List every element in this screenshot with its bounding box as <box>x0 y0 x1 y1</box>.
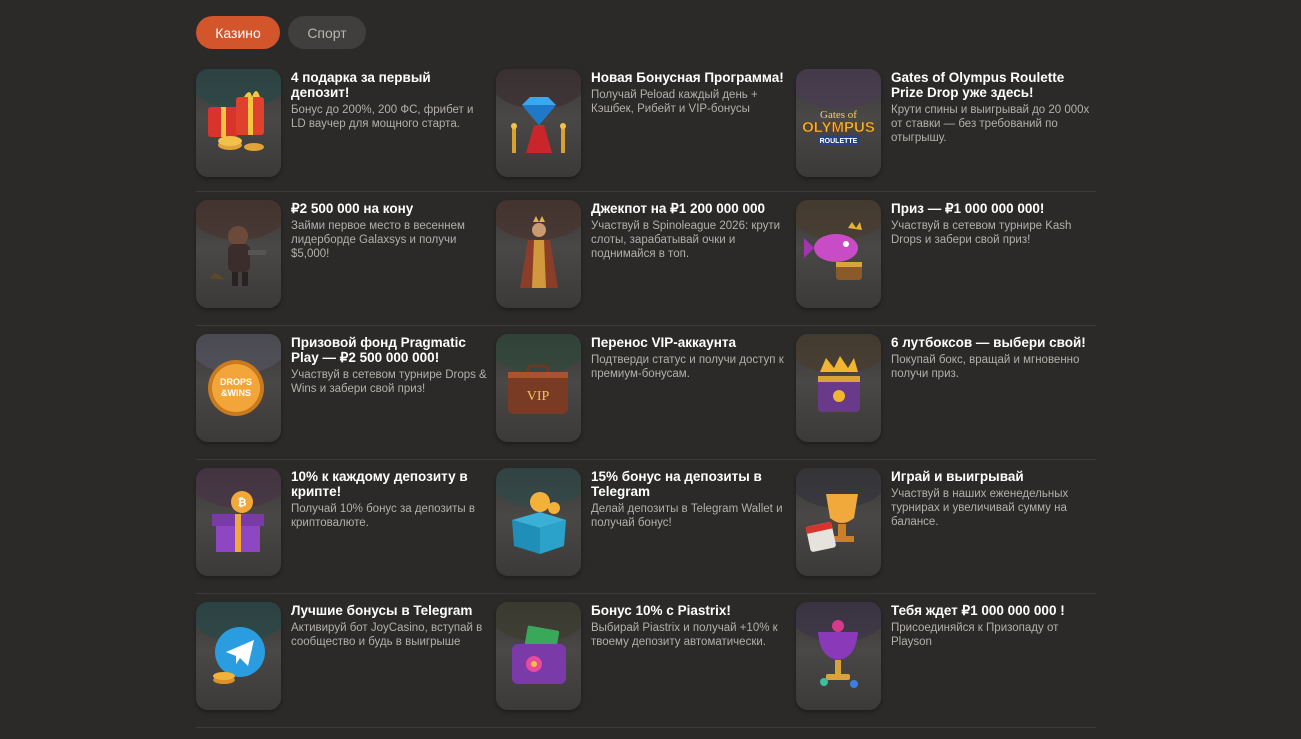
telegram-coins-icon <box>196 602 281 710</box>
diamond-red-carpet-icon <box>496 69 581 177</box>
logo-text: OLYMPUS <box>802 119 875 136</box>
promo-card[interactable]: 4 подарка за первый депозит! Бонус до 20… <box>196 69 496 191</box>
character-mascot-icon <box>196 200 281 308</box>
promo-description: Участвуй в Spinoleague 2026: крути слоты… <box>591 220 781 260</box>
promo-title: Gates of Olympus Roulette Prize Drop уже… <box>891 70 1065 100</box>
promo-card[interactable]: Играй и выигрывай Участвуй в наших ежене… <box>796 468 1096 593</box>
promo-description: Присоединяйся к Призопаду от Playson <box>891 622 1059 648</box>
gem-goblet-icon <box>796 602 881 710</box>
promo-card[interactable]: Джекпот на ₽1 200 000 000 Участвуй в Spi… <box>496 200 796 325</box>
promo-row: DROPS &WINS Призовой фонд Pragmatic Play… <box>196 326 1096 460</box>
promo-card[interactable]: Бонус 10% с Piastrix! Выбирай Piastrix и… <box>496 602 796 727</box>
promo-title: 4 подарка за первый депозит! <box>291 70 431 100</box>
promo-card[interactable]: Тебя ждет ₽1 000 000 000 ! Присоединяйся… <box>796 602 1096 727</box>
svg-text:₿: ₿ <box>238 497 247 509</box>
promo-title: Джекпот на ₽1 200 000 000 <box>591 201 766 216</box>
promo-title: Тебя ждет ₽1 000 000 000 ! <box>891 603 1065 618</box>
promo-row: 4 подарка за первый депозит! Бонус до 20… <box>196 61 1096 192</box>
drops-wins-coin-icon: DROPS &WINS <box>196 334 281 442</box>
promo-title: Призовой фонд Pragmatic Play — ₽2 500 00… <box>291 335 466 365</box>
promo-description: Участвуй в наших еженедельных турнирах и… <box>891 488 1069 528</box>
promo-description: Участвуй в сетевом турнире Kash Drops и … <box>891 220 1072 246</box>
promo-row: Лучшие бонусы в Telegram Активируй бот J… <box>196 594 1096 728</box>
promo-card[interactable]: Лучшие бонусы в Telegram Активируй бот J… <box>196 602 496 727</box>
promo-title: Играй и выигрывай <box>891 469 1024 484</box>
promo-description: Делай депозиты в Telegram Wallet и получ… <box>591 503 783 529</box>
tab-sport[interactable]: Спорт <box>288 16 366 49</box>
gift-boxes-icon <box>196 69 281 177</box>
promo-description: Покупай бокс, вращай и мгновенно получи … <box>891 354 1080 380</box>
trophy-weekly-icon <box>796 468 881 576</box>
promo-description: Участвуй в сетевом турнире Drops & Wins … <box>291 369 487 395</box>
promo-card[interactable]: Приз — ₽1 000 000 000! Участвуй в сетево… <box>796 200 1096 325</box>
purple-wallet-icon <box>496 602 581 710</box>
vip-suitcase-icon: VIP <box>496 334 581 442</box>
promo-description: Займи первое место в весеннем лидерборде… <box>291 220 465 260</box>
promo-title: ₽2 500 000 на кону <box>291 201 414 216</box>
promo-card[interactable]: ₽2 500 000 на кону Займи первое место в … <box>196 200 496 325</box>
promo-title: Бонус 10% с Piastrix! <box>591 603 731 618</box>
promo-description: Активируй бот JoyCasino, вступай в сообщ… <box>291 622 483 648</box>
promo-card[interactable]: VIP Перенос VIP-аккаунта Подтверди стату… <box>496 334 796 459</box>
promo-title: 6 лутбоксов — выбери свой! <box>891 335 1086 350</box>
promo-grid: 4 подарка за первый депозит! Бонус до 20… <box>196 61 1096 728</box>
tab-casino[interactable]: Казино <box>196 16 280 49</box>
promo-title: 10% к каждому депозиту в крипте! <box>291 469 468 499</box>
promo-card[interactable]: 6 лутбоксов — выбери свой! Покупай бокс,… <box>796 334 1096 459</box>
pink-fish-chest-icon <box>796 200 881 308</box>
promo-title: 15% бонус на депозиты в Telegram <box>591 469 762 499</box>
promo-description: Бонус до 200%, 200 ФС, фрибет и LD вауче… <box>291 104 474 130</box>
promo-card[interactable]: 15% бонус на депозиты в Telegram Делай д… <box>496 468 796 593</box>
promo-title: Перенос VIP-аккаунта <box>591 335 737 350</box>
promo-description: Выбирай Piastrix и получай +10% к твоему… <box>591 622 778 648</box>
olympus-roulette-logo: Gates of OLYMPUS ROULETTE <box>796 69 881 177</box>
promo-description: Подтверди статус и получи доступ к преми… <box>591 354 784 380</box>
queen-figure-icon <box>496 200 581 308</box>
crown-lootbox-icon <box>796 334 881 442</box>
promo-row: ₽2 500 000 на кону Займи первое место в … <box>196 192 1096 326</box>
promo-description: Получай 10% бонус за депозиты в криптова… <box>291 503 475 529</box>
logo-text: VIP <box>527 389 550 404</box>
promo-title: Новая Бонусная Программа! <box>591 70 784 85</box>
promo-card[interactable]: Новая Бонусная Программа! Получай Реload… <box>496 69 796 191</box>
promo-description: Крути спины и выигрывай до 20 000x от ст… <box>891 104 1090 144</box>
promo-title: Лучшие бонусы в Telegram <box>291 603 473 618</box>
logo-text: DROPS <box>220 377 252 387</box>
promo-card[interactable]: Gates of OLYMPUS ROULETTE Gates of Olymp… <box>796 69 1096 191</box>
promo-title: Приз — ₽1 000 000 000! <box>891 201 1045 216</box>
logo-text: &WINS <box>221 388 251 398</box>
promo-card[interactable]: ₿ 10% к каждому депозиту в крипте! Получ… <box>196 468 496 593</box>
product-tabs: Казино Спорт <box>196 16 366 49</box>
promo-description: Получай Реload каждый день + Кэшбек, Риб… <box>591 89 758 115</box>
crypto-gift-box-icon: ₿ <box>196 468 281 576</box>
logo-text: ROULETTE <box>820 138 858 145</box>
promo-row: ₿ 10% к каждому депозиту в крипте! Получ… <box>196 460 1096 594</box>
promo-card[interactable]: DROPS &WINS Призовой фонд Pragmatic Play… <box>196 334 496 459</box>
telegram-gift-box-icon <box>496 468 581 576</box>
